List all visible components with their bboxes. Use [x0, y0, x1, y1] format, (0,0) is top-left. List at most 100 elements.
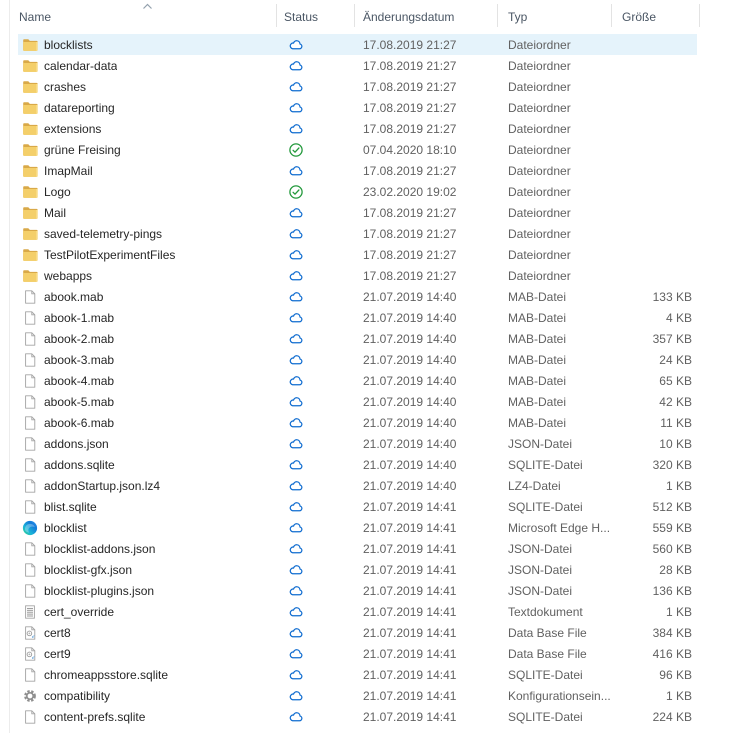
file-type: Dateiordner	[508, 58, 571, 73]
file-size: 28 KB	[659, 562, 692, 577]
name-cell: addonStartup.json.lz4	[10, 475, 277, 496]
file-row[interactable]: addons.sqlite 21.07.2019 14:40 SQLITE-Da…	[10, 454, 700, 475]
status-cell	[277, 538, 355, 559]
file-row[interactable]: extensions 17.08.2019 21:27 Dateiordner	[10, 118, 700, 139]
file-row[interactable]: Mail 17.08.2019 21:27 Dateiordner	[10, 202, 700, 223]
file-name: blist.sqlite	[44, 499, 97, 514]
file-row[interactable]: abook-1.mab 21.07.2019 14:40 MAB-Datei 4…	[10, 307, 700, 328]
file-row[interactable]: blocklist 21.07.2019 14:41 Microsoft Edg…	[10, 517, 700, 538]
file-row[interactable]: webapps 17.08.2019 21:27 Dateiordner	[10, 265, 700, 286]
file-row[interactable]: saved-telemetry-pings 17.08.2019 21:27 D…	[10, 223, 700, 244]
file-row[interactable]: Logo 23.02.2020 19:02 Dateiordner	[10, 181, 700, 202]
name-cell: abook.mab	[10, 286, 277, 307]
file-row[interactable]: abook-2.mab 21.07.2019 14:40 MAB-Datei 3…	[10, 328, 700, 349]
file-size: 65 KB	[659, 373, 692, 388]
file-row[interactable]: cert9 21.07.2019 14:41 Data Base File 41…	[10, 643, 700, 664]
file-size	[612, 202, 700, 223]
file-row[interactable]: abook-4.mab 21.07.2019 14:40 MAB-Datei 6…	[10, 370, 700, 391]
column-headers: Name Status Änderungsdatum Typ Größe	[10, 0, 700, 34]
file-row[interactable]: datareporting 17.08.2019 21:27 Dateiordn…	[10, 97, 700, 118]
file-row[interactable]: compatibility 21.07.2019 14:41 Konfigura…	[10, 685, 700, 706]
file-row[interactable]: ImapMail 17.08.2019 21:27 Dateiordner	[10, 160, 700, 181]
name-cell: calendar-data	[10, 55, 277, 76]
folder-icon	[22, 184, 38, 200]
cloud-status-icon	[288, 121, 304, 137]
file-type: MAB-Datei	[508, 415, 567, 430]
file-name: abook-3.mab	[44, 352, 115, 367]
column-header-name[interactable]: Name	[10, 0, 277, 34]
file-type: SQLITE-Datei	[508, 709, 583, 724]
file-row[interactable]: blocklists 17.08.2019 21:27 Dateiordner	[10, 34, 700, 55]
file-icon	[22, 457, 38, 473]
file-row[interactable]: cert8 21.07.2019 14:41 Data Base File 38…	[10, 622, 700, 643]
file-name: blocklists	[44, 37, 93, 52]
file-row[interactable]: crashes 17.08.2019 21:27 Dateiordner	[10, 76, 700, 97]
cloud-status-icon	[288, 394, 304, 410]
file-row[interactable]: abook-3.mab 21.07.2019 14:40 MAB-Datei 2…	[10, 349, 700, 370]
file-icon	[22, 667, 38, 683]
cloud-status-icon	[288, 583, 304, 599]
file-name: cert9	[44, 646, 71, 661]
file-name: abook-2.mab	[44, 331, 115, 346]
file-modified-date: 21.07.2019 14:40	[363, 394, 457, 409]
file-name: abook.mab	[44, 289, 104, 304]
file-icon	[22, 709, 38, 725]
file-row[interactable]: blocklist-addons.json 21.07.2019 14:41 J…	[10, 538, 700, 559]
cloud-status-icon	[288, 520, 304, 536]
file-modified-date: 21.07.2019 14:40	[363, 415, 457, 430]
cloud-status-icon	[288, 667, 304, 683]
name-cell: abook-1.mab	[10, 307, 277, 328]
file-size: 136 KB	[652, 583, 692, 598]
column-header-type[interactable]: Typ	[498, 0, 612, 34]
file-type: LZ4-Datei	[508, 478, 561, 493]
status-cell	[277, 349, 355, 370]
synced-check-icon	[288, 184, 304, 200]
folder-icon	[22, 163, 38, 179]
folder-icon	[22, 121, 38, 137]
file-modified-date: 21.07.2019 14:41	[363, 583, 457, 598]
file-size: 11 KB	[660, 415, 692, 430]
sort-ascending-icon	[142, 3, 153, 10]
status-cell	[277, 307, 355, 328]
column-header-modified-date[interactable]: Änderungsdatum	[355, 0, 498, 34]
file-row[interactable]: addons.json 21.07.2019 14:40 JSON-Datei …	[10, 433, 700, 454]
file-row[interactable]: content-prefs.sqlite 21.07.2019 14:41 SQ…	[10, 706, 700, 727]
status-cell	[277, 370, 355, 391]
file-row[interactable]: abook-6.mab 21.07.2019 14:40 MAB-Datei 1…	[10, 412, 700, 433]
cloud-status-icon	[288, 709, 304, 725]
cloud-status-icon	[288, 478, 304, 494]
file-size	[612, 265, 700, 286]
file-row[interactable]: abook.mab 21.07.2019 14:40 MAB-Datei 133…	[10, 286, 700, 307]
file-row[interactable]: cert_override 21.07.2019 14:41 Textdokum…	[10, 601, 700, 622]
file-size: 4 KB	[665, 310, 692, 325]
file-row[interactable]: TestPilotExperimentFiles 17.08.2019 21:2…	[10, 244, 700, 265]
file-row[interactable]: grüne Freising 07.04.2020 18:10 Dateiord…	[10, 139, 700, 160]
column-header-status[interactable]: Status	[277, 0, 355, 34]
name-cell: cert_override	[10, 601, 277, 622]
file-name: abook-5.mab	[44, 394, 115, 409]
file-type: JSON-Datei	[508, 583, 573, 598]
file-size: 1 KB	[665, 478, 692, 493]
file-type: Dateiordner	[508, 247, 571, 262]
column-header-size[interactable]: Größe	[612, 0, 700, 34]
file-row[interactable]: abook-5.mab 21.07.2019 14:40 MAB-Datei 4…	[10, 391, 700, 412]
cloud-status-icon	[288, 226, 304, 242]
file-row[interactable]: calendar-data 17.08.2019 21:27 Dateiordn…	[10, 55, 700, 76]
file-size: 1 KB	[665, 604, 692, 619]
file-name: Logo	[44, 184, 71, 199]
file-name: extensions	[44, 121, 102, 136]
cloud-status-icon	[288, 352, 304, 368]
file-name: calendar-data	[44, 58, 118, 73]
file-size: 24 KB	[659, 352, 692, 367]
file-row[interactable]: addonStartup.json.lz4 21.07.2019 14:40 L…	[10, 475, 700, 496]
file-row[interactable]: chromeappsstore.sqlite 21.07.2019 14:41 …	[10, 664, 700, 685]
file-modified-date: 21.07.2019 14:40	[363, 436, 457, 451]
status-cell	[277, 391, 355, 412]
file-row[interactable]: blist.sqlite 21.07.2019 14:41 SQLITE-Dat…	[10, 496, 700, 517]
name-cell: addons.sqlite	[10, 454, 277, 475]
status-cell	[277, 412, 355, 433]
file-row[interactable]: blocklist-plugins.json 21.07.2019 14:41 …	[10, 580, 700, 601]
file-row[interactable]: blocklist-gfx.json 21.07.2019 14:41 JSON…	[10, 559, 700, 580]
name-cell: extensions	[10, 118, 277, 139]
column-header-size-label: Größe	[622, 10, 657, 24]
